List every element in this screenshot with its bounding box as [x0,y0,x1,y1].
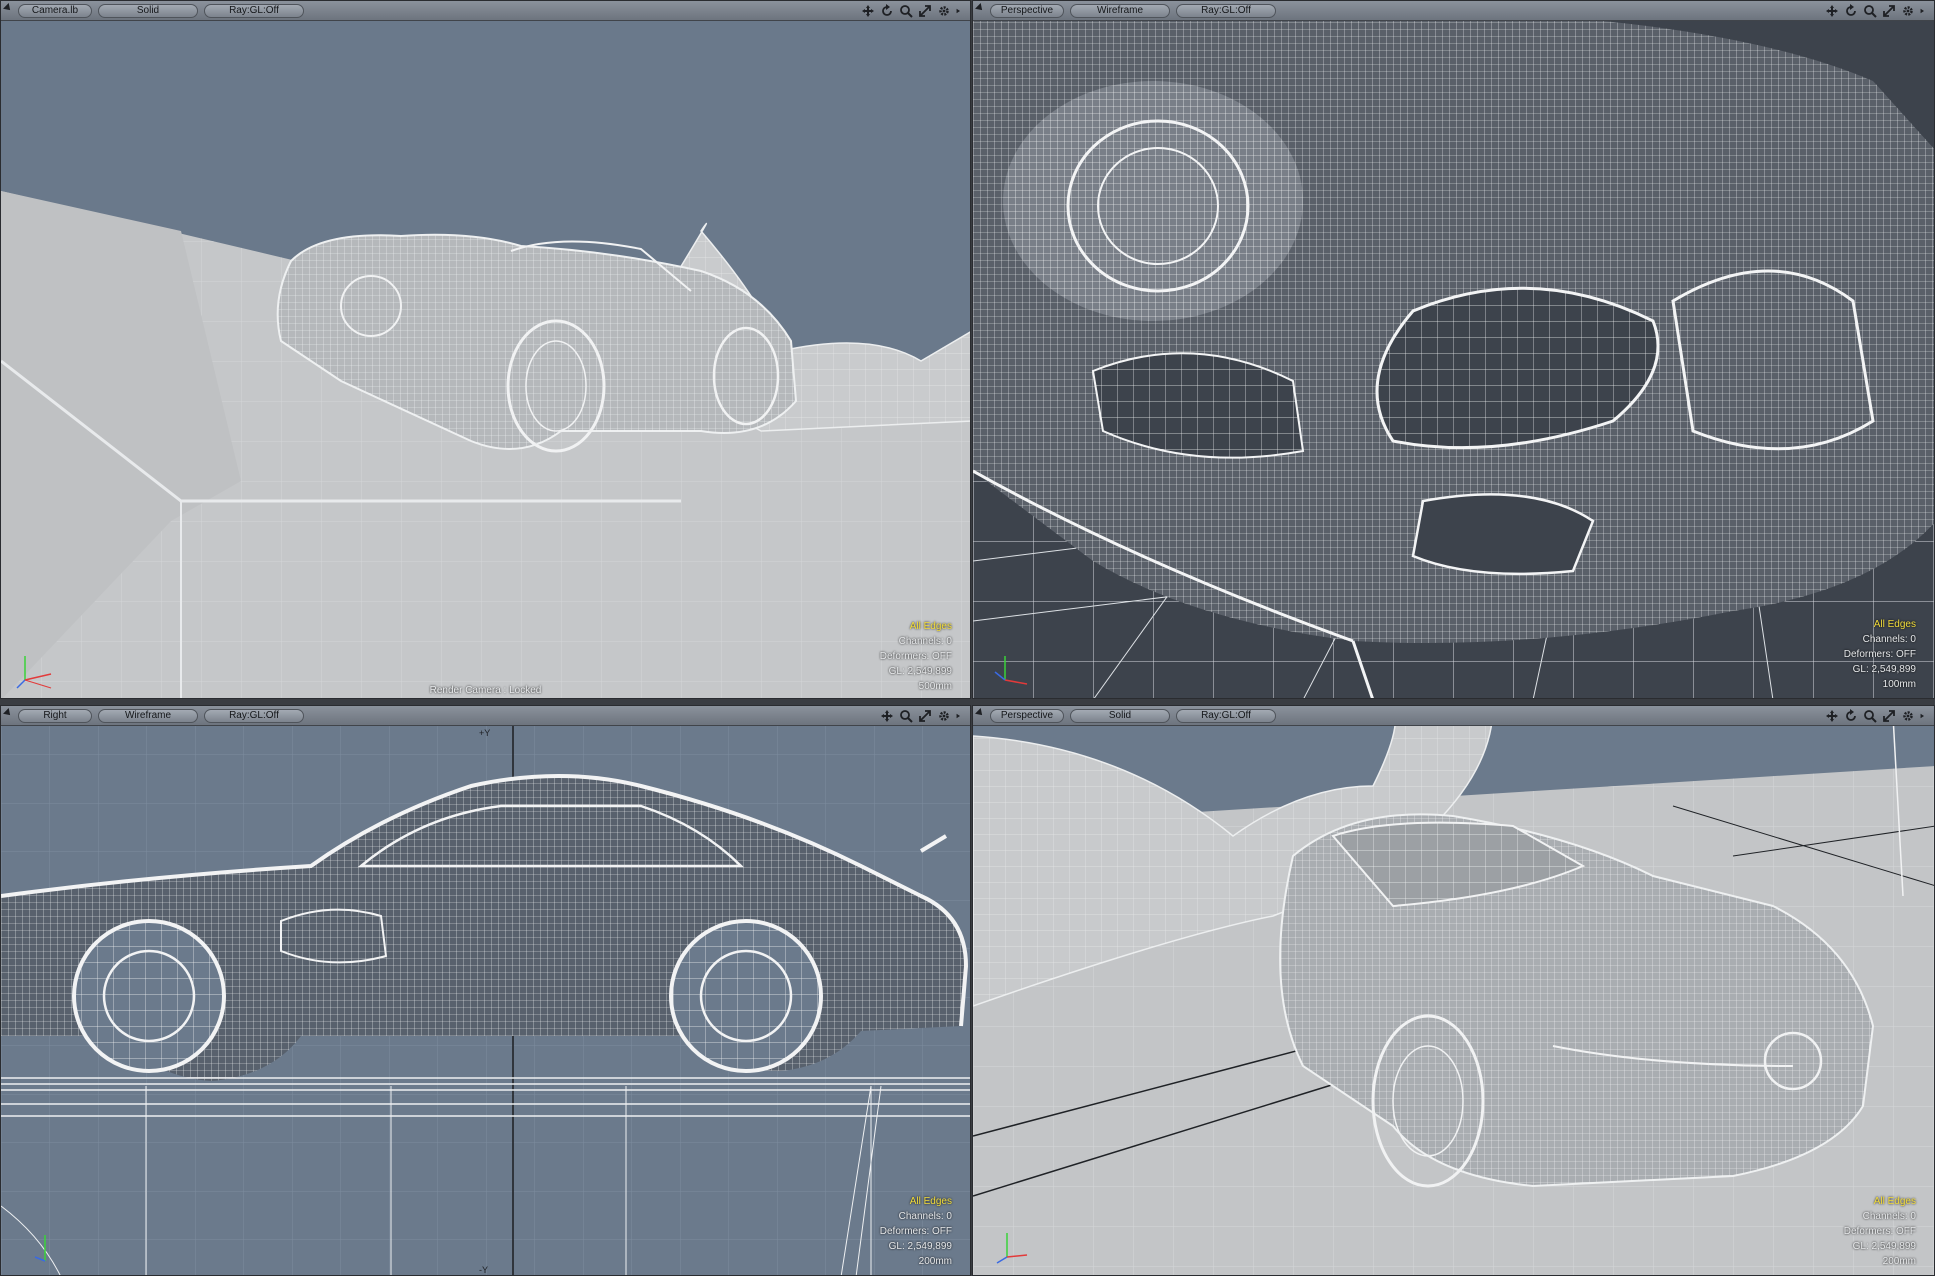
render-mode-button[interactable]: Ray:GL:Off [204,4,304,18]
scale-label: 200mm [1882,1256,1916,1267]
zoom-icon[interactable] [899,4,913,18]
channels-label: Channels: 0 [1862,1211,1916,1222]
edges-label: All Edges [1873,1196,1916,1207]
viewport-perspective-wireframe[interactable]: Perspective Wireframe Ray:GL:Off All Edg… [972,0,1935,699]
deformers-label: Deformers: OFF [1843,649,1916,660]
viewport-toolbar: Perspective Wireframe Ray:GL:Off [973,1,1934,21]
gear-icon[interactable] [937,709,951,723]
gl-count-label: GL: 2,549,899 [1852,1241,1916,1252]
move-icon[interactable] [1825,709,1839,723]
viewport-menu-icon[interactable] [975,708,985,718]
play-arrow-icon[interactable] [956,709,964,723]
gl-count-label: GL: 2,549,899 [888,666,952,677]
move-icon[interactable] [861,4,875,18]
viewport-info: All Edges Channels: 0 Deformers: OFF GL:… [1844,1194,1916,1269]
channels-label: Channels: 0 [898,636,952,647]
deformers-label: Deformers: OFF [1843,1226,1916,1237]
viewport-info: All Edges Channels: 0 Deformers: OFF GL:… [880,619,952,694]
rotate-icon[interactable] [1844,4,1858,18]
shading-button[interactable]: Wireframe [1070,4,1170,18]
viewport-toolbar: Camera.lb Solid Ray:GL:Off [1,1,970,21]
zoom-icon[interactable] [1863,4,1877,18]
deformers-label: Deformers: OFF [879,1226,952,1237]
viewport-menu-icon[interactable] [975,3,985,13]
edges-label: All Edges [909,1196,952,1207]
viewport-camera[interactable]: Camera.lb Solid Ray:GL:Off All Edges Cha… [0,0,971,699]
render-camera-status: Render Camera : Locked [429,685,542,696]
scale-label: 200mm [918,1256,952,1267]
perspective-wireframe-scene [973,3,1934,698]
render-mode-button[interactable]: Ray:GL:Off [1176,4,1276,18]
move-icon[interactable] [880,709,894,723]
play-arrow-icon[interactable] [1920,709,1928,723]
zoom-icon[interactable] [1863,709,1877,723]
play-arrow-icon[interactable] [956,4,964,18]
view-type-button[interactable]: Perspective [990,709,1064,723]
channels-label: Channels: 0 [898,1211,952,1222]
gear-icon[interactable] [1901,709,1915,723]
axis-mark-top: +Y [479,728,491,738]
zoom-icon[interactable] [899,709,913,723]
view-type-button[interactable]: Perspective [990,4,1064,18]
viewport-grid: Camera.lb Solid Ray:GL:Off All Edges Cha… [0,0,1935,1276]
viewport-right-wireframe[interactable]: Right Wireframe Ray:GL:Off +Y -Y All Edg… [0,705,971,1276]
axis-gizmo-icon [994,656,1028,685]
rotate-icon[interactable] [1844,709,1858,723]
gear-icon[interactable] [937,4,951,18]
axis-gizmo-icon [16,656,52,689]
rotate-icon[interactable] [880,4,894,18]
render-mode-button[interactable]: Ray:GL:Off [1176,709,1276,723]
axis-gizmo-icon [996,1233,1028,1264]
viewport-menu-icon[interactable] [3,3,13,13]
view-type-button[interactable]: Camera.lb [18,4,92,18]
scale-label: 100mm [1882,679,1916,690]
camera-scene [1,191,970,698]
edges-label: All Edges [909,621,952,632]
deformers-label: Deformers: OFF [879,651,952,662]
shading-button[interactable]: Wireframe [98,709,198,723]
view-type-button[interactable]: Right [18,709,92,723]
perspective-solid-scene [973,706,1934,1275]
render-mode-button[interactable]: Ray:GL:Off [204,709,304,723]
viewport-info: All Edges Channels: 0 Deformers: OFF GL:… [1844,617,1916,692]
maximize-icon[interactable] [918,709,932,723]
axis-gizmo-icon [34,1235,46,1262]
axis-mark-bottom: -Y [479,1265,488,1275]
viewport-info: All Edges Channels: 0 Deformers: OFF GL:… [880,1194,952,1269]
viewport-menu-icon[interactable] [3,708,13,718]
edges-label: All Edges [1873,619,1916,630]
maximize-icon[interactable] [1882,709,1896,723]
gl-count-label: GL: 2,549,899 [1852,664,1916,675]
right-ortho-scene [1,706,970,1275]
shading-button[interactable]: Solid [1070,709,1170,723]
play-arrow-icon[interactable] [1920,4,1928,18]
viewport-toolbar: Perspective Solid Ray:GL:Off [973,706,1934,726]
viewport-perspective-solid[interactable]: Perspective Solid Ray:GL:Off All Edges C… [972,705,1935,1276]
maximize-icon[interactable] [1882,4,1896,18]
gl-count-label: GL: 2,549,899 [888,1241,952,1252]
shading-button[interactable]: Solid [98,4,198,18]
channels-label: Channels: 0 [1862,634,1916,645]
move-icon[interactable] [1825,4,1839,18]
viewport-toolbar: Right Wireframe Ray:GL:Off [1,706,970,726]
maximize-icon[interactable] [918,4,932,18]
gear-icon[interactable] [1901,4,1915,18]
